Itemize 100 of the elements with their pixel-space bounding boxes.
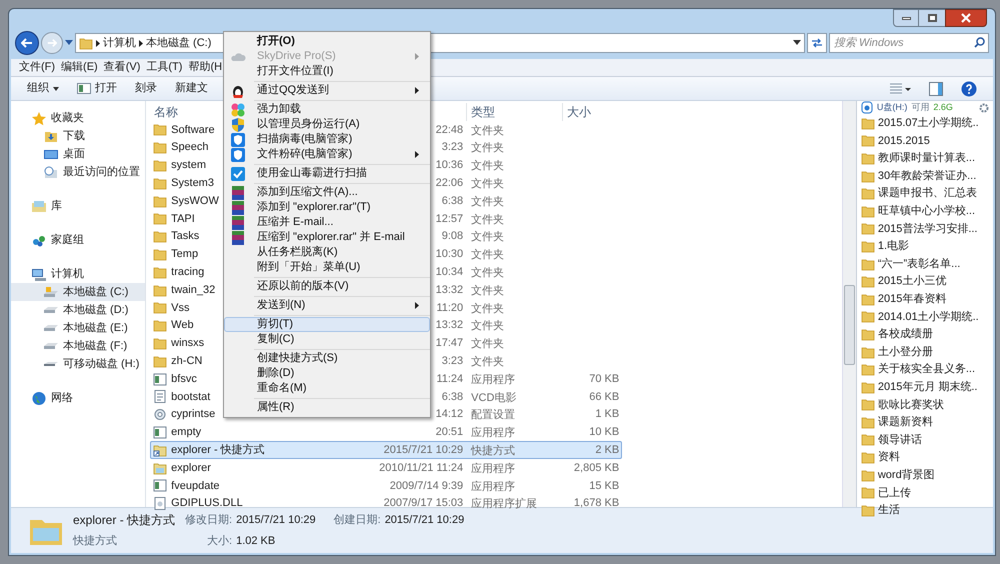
folder-name: 资料 (878, 450, 900, 466)
breadcrumb-item[interactable]: 本地磁盘 (C:) (146, 34, 212, 52)
folder-item[interactable]: “六一”表彰名单... (860, 255, 993, 273)
menu-item[interactable]: 添加到压缩文件(A)... (224, 185, 430, 200)
menu-bar-item[interactable]: 帮助(H (188, 59, 222, 76)
folder-name: 旺草镇中心小学校... (878, 204, 976, 220)
detail-value: 2015/7/21 10:29 (236, 513, 316, 528)
document-icon (153, 390, 168, 404)
back-button[interactable] (15, 31, 39, 55)
folder-item[interactable]: 2015.07土小学期统.. (860, 114, 993, 132)
preview-pane-icon[interactable] (929, 82, 943, 96)
scrollbar[interactable] (842, 101, 856, 507)
file-size: 2,805 KB (574, 460, 620, 476)
folder-item[interactable]: 土小登分册 (860, 343, 993, 361)
nav-item[interactable]: 家庭组 (11, 231, 146, 249)
nav-item[interactable]: 本地磁盘 (E:) (11, 319, 146, 337)
folder-item[interactable]: 2015普法学习安排... (860, 220, 993, 238)
folder-item[interactable]: 1.电影 (860, 238, 993, 256)
menu-item[interactable]: 属性(R) (224, 400, 430, 415)
menu-bar-item[interactable]: 查看(V) (104, 59, 140, 76)
nav-item[interactable]: 网络 (11, 389, 146, 407)
menu-item[interactable]: 通过QQ发送到 (224, 83, 430, 98)
minimize-button[interactable] (893, 9, 919, 27)
menu-item[interactable]: 打开(O) (224, 34, 430, 49)
nav-item[interactable]: 收藏夹 (11, 109, 146, 127)
breadcrumb-separator-icon[interactable] (96, 40, 100, 46)
menu-item[interactable]: 发送到(N) (224, 298, 430, 313)
menu-item[interactable]: 使用金山毒霸进行扫描 (224, 166, 430, 181)
menu-item[interactable]: 剪切(T) (224, 317, 430, 332)
breadcrumb-item[interactable]: 计算机 (103, 34, 136, 52)
column-header[interactable]: 类型 (466, 103, 562, 121)
folder-item[interactable]: 已上传 (860, 484, 993, 502)
nav-label: 收藏夹 (51, 110, 84, 126)
file-name: winsxs (171, 336, 204, 352)
selected-file-row[interactable]: explorer - 快捷方式 2015/7/21 10:29 快捷方式 2 KB (150, 441, 622, 460)
folder-item[interactable]: 生活 (860, 502, 993, 520)
menu-item[interactable]: 强力卸载 (224, 102, 430, 117)
dropdown-caret-icon[interactable] (793, 40, 801, 46)
menu-bar-item[interactable]: 编辑(E) (61, 59, 98, 76)
nav-item[interactable]: 本地磁盘 (D:) (11, 301, 146, 319)
close-button[interactable] (945, 9, 987, 27)
folder-item[interactable]: 歌咏比赛奖状 (860, 396, 993, 414)
menu-item[interactable]: 打开文件位置(I) (224, 64, 430, 79)
menu-item[interactable]: 重命名(M) (224, 381, 430, 396)
nav-item[interactable]: 下载 (11, 127, 146, 145)
menu-item[interactable]: 删除(D) (224, 366, 430, 381)
refresh-button[interactable] (807, 33, 827, 53)
menu-item[interactable]: 复制(C) (224, 332, 430, 347)
breadcrumb-separator-icon[interactable] (139, 40, 143, 46)
menu-item[interactable]: 扫描病毒(电脑管家) (224, 132, 430, 147)
search-field[interactable]: 搜索 Windows (829, 33, 989, 53)
toolbar-button[interactable]: 组织 (27, 80, 59, 97)
folder-name: 2014.01土小学期统.. (878, 310, 979, 325)
nav-item[interactable]: 本地磁盘 (F:) (11, 337, 146, 355)
menu-bar-item[interactable]: 工具(T) (146, 59, 182, 76)
menu-item[interactable]: 还原以前的版本(V) (224, 279, 430, 294)
nav-item[interactable]: 可移动磁盘 (H:) (11, 355, 146, 373)
folder-item[interactable]: 关于核实全县义务... (860, 360, 993, 378)
nav-item[interactable]: 最近访问的位置 (11, 163, 146, 181)
menu-item[interactable]: 添加到 "explorer.rar"(T) (224, 200, 430, 215)
folder-item[interactable]: word背景图 (860, 466, 993, 484)
folder-item[interactable]: 2015土小三优 (860, 272, 993, 290)
folder-item[interactable]: 课题申报书、汇总表 (860, 184, 993, 202)
menu-item[interactable]: 压缩到 "explorer.rar" 并 E-mail (224, 230, 430, 245)
folder-icon (153, 123, 168, 136)
menu-item[interactable]: 创建快捷方式(S) (224, 351, 430, 366)
history-caret-icon[interactable] (65, 40, 73, 46)
menu-item[interactable]: 压缩并 E-mail... (224, 215, 430, 230)
menu-item[interactable]: 附到「开始」菜单(U) (224, 260, 430, 275)
folder-item[interactable]: 2015.2015 (860, 132, 993, 150)
folder-icon (860, 152, 875, 165)
folder-item[interactable]: 资料 (860, 448, 993, 466)
folder-name: 1.电影 (878, 239, 910, 254)
view-options-icon[interactable] (889, 82, 911, 96)
dropdown-caret-icon (53, 86, 59, 90)
folder-item[interactable]: 教师课时量计算表... (860, 150, 993, 168)
toolbar-button[interactable]: 刻录 (135, 80, 157, 97)
nav-item[interactable]: 计算机 (11, 265, 146, 283)
folder-item[interactable]: 各校成绩册 (860, 326, 993, 344)
help-icon[interactable] (961, 80, 977, 96)
column-header[interactable]: 大小 (562, 103, 622, 121)
toolbar-button[interactable]: 新建文 (175, 80, 208, 97)
folder-item[interactable]: 课题新资料 (860, 414, 993, 432)
folder-item[interactable]: 领导讲话 (860, 431, 993, 449)
folder-item[interactable]: 2015年元月 期末统.. (860, 378, 993, 396)
nav-item[interactable]: 桌面 (11, 145, 146, 163)
folder-item[interactable]: 旺草镇中心小学校... (860, 202, 993, 220)
menu-bar-item[interactable]: 文件(F) (19, 59, 56, 76)
maximize-button[interactable] (919, 9, 945, 27)
submenu-arrow-icon (415, 87, 419, 94)
menu-item[interactable]: 以管理员身份运行(A) (224, 117, 430, 132)
folder-item[interactable]: 30年教龄荣誉证办... (860, 167, 993, 185)
toolbar-button[interactable]: 打开 (77, 80, 117, 97)
folder-item[interactable]: 2015年春资料 (860, 290, 993, 308)
menu-item[interactable]: 从任务栏脱离(K) (224, 245, 430, 260)
settings-icon[interactable] (979, 102, 989, 113)
folder-item[interactable]: 2014.01土小学期统.. (860, 308, 993, 326)
nav-item[interactable]: 库 (11, 197, 146, 215)
nav-item[interactable]: 本地磁盘 (C:) (11, 283, 146, 301)
menu-item[interactable]: 文件粉碎(电脑管家) (224, 147, 430, 162)
